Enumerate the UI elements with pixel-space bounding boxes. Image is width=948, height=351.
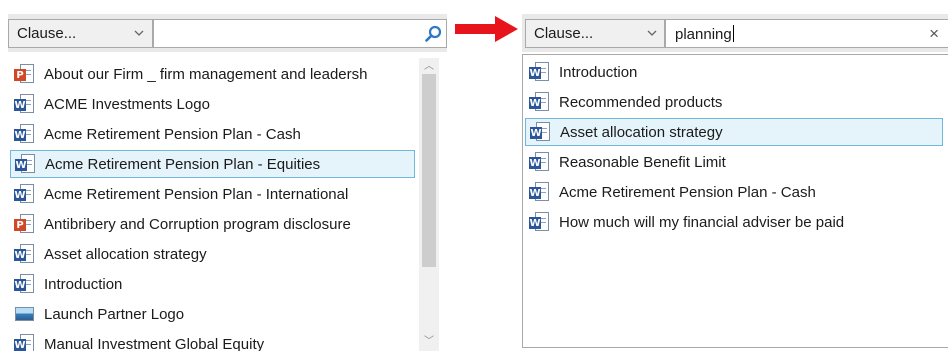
word-icon: W (529, 61, 551, 83)
list-item-acme-retirement-pension-plan-equities[interactable]: W Acme Retirement Pension Plan - Equities (10, 150, 415, 178)
clear-search-icon[interactable]: × (929, 24, 939, 44)
clause-type-dropdown[interactable]: Clause... (525, 19, 665, 48)
powerpoint-icon: P (14, 63, 36, 85)
clause-type-label: Clause... (534, 25, 594, 42)
scroll-down-icon[interactable]: ﹀ (423, 337, 435, 347)
word-icon: W (529, 211, 551, 233)
word-icon: W (14, 123, 36, 145)
list-item-label: Reasonable Benefit Limit (559, 153, 726, 171)
red-arrow-icon (455, 16, 518, 42)
list-item-label: Acme Retirement Pension Plan - Equities (45, 155, 321, 173)
search-icon[interactable] (425, 25, 442, 42)
word-icon: W (14, 243, 36, 265)
word-icon: W (14, 93, 36, 115)
scrollbar-thumb[interactable] (422, 74, 436, 267)
list-item-label: Asset allocation strategy (560, 123, 723, 141)
word-icon: W (15, 153, 37, 175)
list-item-label: Introduction (44, 275, 123, 293)
list-item-acme-retirement-pension-plan-cash[interactable]: W Acme Retirement Pension Plan - Cash (10, 120, 415, 148)
list-item-label: Recommended products (559, 93, 723, 111)
word-icon: W (14, 183, 36, 205)
clause-results-list: P About our Firm _ firm management and le… (8, 54, 447, 351)
list-item-label: Asset allocation strategy (44, 245, 207, 263)
search-input-value: planning (675, 26, 732, 43)
list-item-asset-allocation-strategy[interactable]: W Asset allocation strategy (525, 118, 943, 146)
search-toolbar: Clause... planning × (522, 14, 948, 52)
clause-type-dropdown[interactable]: Clause... (8, 19, 153, 48)
list-item-label: About our Firm _ firm management and lea… (44, 65, 368, 83)
clause-type-label: Clause... (17, 25, 77, 42)
list-item-introduction[interactable]: W Introduction (10, 270, 415, 298)
list-item-manual-investment-global-equity[interactable]: W Manual Investment Global Equity (10, 330, 415, 351)
list-item-how-much-will-my-financial-adviser-be-paid[interactable]: W How much will my financial adviser be p… (525, 208, 943, 236)
list-item-acme-retirement-pension-plan-international[interactable]: W Acme Retirement Pension Plan - Internat… (10, 180, 415, 208)
word-icon: W (14, 333, 36, 351)
text-caret (732, 25, 734, 42)
list-item-label: Launch Partner Logo (44, 305, 185, 323)
search-toolbar: Clause... (8, 14, 447, 52)
list-item-about-our-firm-firm-management-and-leadersh[interactable]: P About our Firm _ firm management and le… (10, 60, 415, 88)
word-icon: W (529, 151, 551, 173)
vertical-scrollbar[interactable]: ︿ ﹀ (419, 58, 439, 351)
search-input[interactable] (153, 19, 447, 48)
list-item-label: Acme Retirement Pension Plan - Cash (44, 125, 301, 143)
list-item-asset-allocation-strategy[interactable]: W Asset allocation strategy (10, 240, 415, 268)
word-icon: W (529, 91, 551, 113)
clause-search-panel-before: Clause... P About our Firm _ firm managem… (8, 14, 447, 351)
clause-search-panel-after: Clause... planning × W Introduction W Recom… (522, 14, 948, 348)
chevron-down-icon (134, 30, 144, 36)
word-icon: W (14, 273, 36, 295)
list-item-label: ACME Investments Logo (44, 95, 210, 113)
word-icon: W (530, 121, 552, 143)
list-item-acme-retirement-pension-plan-cash[interactable]: W Acme Retirement Pension Plan - Cash (525, 178, 943, 206)
search-input[interactable]: planning × (665, 19, 948, 48)
list-item-label: How much will my financial adviser be pa… (559, 213, 845, 231)
list-item-label: Manual Investment Global Equity (44, 335, 265, 351)
word-icon: W (529, 181, 551, 203)
list-item-label: Acme Retirement Pension Plan - Cash (559, 183, 816, 201)
list-item-acme-investments-logo[interactable]: W ACME Investments Logo (10, 90, 415, 118)
list-item-introduction[interactable]: W Introduction (525, 58, 943, 86)
scroll-up-icon[interactable]: ︿ (423, 62, 435, 72)
list-item-antibribery-and-corruption-program-disclosure[interactable]: P Antibribery and Corruption program disc… (10, 210, 415, 238)
list-item-label: Acme Retirement Pension Plan - Internati… (44, 185, 349, 203)
image-icon (14, 303, 36, 325)
list-item-label: Antibribery and Corruption program discl… (44, 215, 351, 233)
clause-results-list: W Introduction W Recommended products W Asset… (522, 54, 948, 348)
list-item-recommended-products[interactable]: W Recommended products (525, 88, 943, 116)
list-item-reasonable-benefit-limit[interactable]: W Reasonable Benefit Limit (525, 148, 943, 176)
powerpoint-icon: P (14, 213, 36, 235)
chevron-down-icon (647, 30, 657, 36)
list-item-launch-partner-logo[interactable]: Launch Partner Logo (10, 300, 415, 328)
list-item-label: Introduction (559, 63, 638, 81)
